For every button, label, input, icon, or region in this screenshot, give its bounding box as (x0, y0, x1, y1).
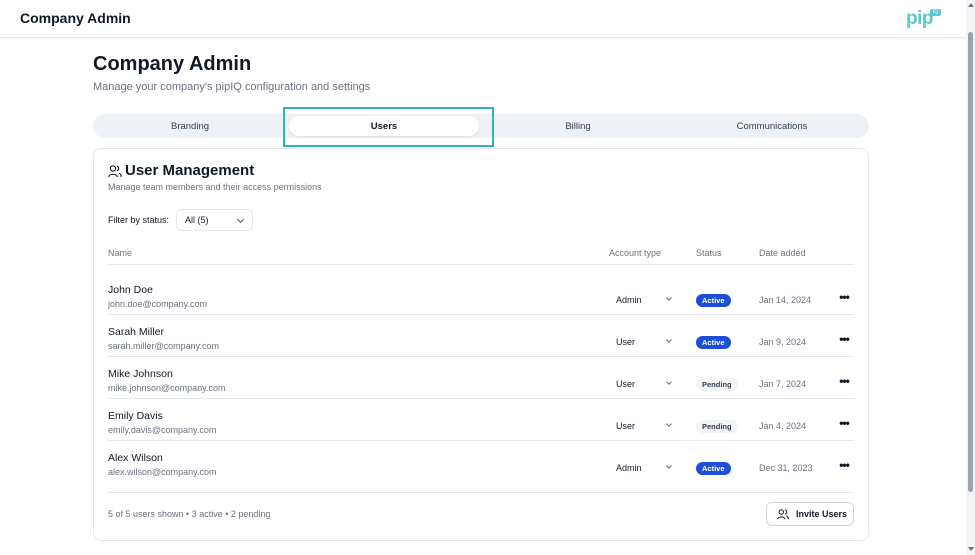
section-title: User Management (125, 162, 255, 179)
account-type-select[interactable]: Admin (610, 292, 674, 308)
account-type-select[interactable]: User (610, 376, 674, 392)
invite-users-label: Invite Users (796, 509, 848, 519)
more-actions-icon[interactable]: ••• (838, 332, 850, 348)
user-name: John Doe (108, 284, 153, 296)
scroll-thumb[interactable] (968, 32, 973, 492)
tab-communications[interactable]: Communications (675, 114, 869, 138)
tab-label: Billing (565, 120, 591, 132)
account-type-value: Admin (616, 463, 642, 473)
account-type-value: User (616, 379, 636, 389)
tab-billing[interactable]: Billing (481, 114, 675, 138)
chevron-down-icon (666, 337, 672, 343)
account-type-select[interactable]: Admin (610, 460, 674, 476)
chevron-down-icon (666, 379, 672, 385)
more-actions-icon[interactable]: ••• (838, 374, 850, 390)
status-badge: Active (696, 294, 731, 307)
user-name: Emily Davis (108, 410, 163, 422)
invite-users-button[interactable]: Invite Users (766, 502, 854, 526)
date-added: Jan 4, 2024 (759, 421, 807, 431)
account-type-value: User (616, 421, 636, 431)
account-type-value: User (616, 337, 636, 347)
more-actions-icon[interactable]: ••• (838, 416, 850, 432)
logo-text: pip (906, 8, 934, 29)
top-bar: Company Admin pip IQ (0, 0, 966, 38)
filter-label: Filter by status: (108, 215, 170, 225)
tab-label: Users (370, 120, 398, 132)
date-added: Jan 7, 2024 (759, 379, 807, 389)
status-badge: Active (696, 336, 731, 349)
account-type-value: Admin (616, 295, 642, 305)
page-title: Company Admin (93, 53, 252, 75)
date-added: Dec 31, 2023 (759, 463, 813, 473)
user-email: john.doe@company.com (108, 299, 208, 309)
user-email: emily.davis@company.com (108, 425, 217, 435)
account-type-select[interactable]: User (610, 418, 674, 434)
chevron-down-icon (666, 295, 672, 301)
user-management-card: User Management Manage team members and … (93, 148, 869, 541)
column-header-date-added[interactable]: Date added (759, 248, 806, 258)
pipiq-logo[interactable]: pip IQ (906, 8, 941, 30)
user-email: alex.wilson@company.com (108, 467, 217, 477)
scroll-up-arrow-icon[interactable] (968, 3, 974, 7)
tab-label: Communications (736, 120, 808, 132)
table-row: Emily Davis emily.davis@company.com User… (108, 399, 854, 441)
account-type-select[interactable]: User (610, 334, 674, 350)
header-divider (108, 264, 854, 265)
table-row: John Doe john.doe@company.com Admin Acti… (108, 273, 854, 315)
footer-divider (108, 492, 854, 493)
user-name: Sarah Miller (108, 326, 165, 338)
user-name: Mike Johnson (108, 368, 173, 380)
users-summary: 5 of 5 users shown • 3 active • 2 pendin… (108, 509, 271, 519)
filter-value: All (5) (185, 215, 209, 225)
invite-users-icon (777, 509, 789, 520)
table-row: Sarah Miller sarah.miller@company.com Us… (108, 315, 854, 357)
scroll-down-arrow-icon[interactable] (968, 547, 974, 551)
status-badge: Active (696, 462, 731, 475)
column-header-name[interactable]: Name (108, 248, 132, 258)
tab-branding[interactable]: Branding (93, 114, 287, 138)
app-title: Company Admin (20, 10, 131, 26)
date-added: Jan 9, 2024 (759, 337, 807, 347)
chevron-down-icon (236, 215, 245, 224)
users-icon (108, 165, 122, 178)
user-email: mike.johnson@company.com (108, 383, 226, 393)
section-description: Manage team members and their access per… (108, 182, 322, 192)
table-row: Mike Johnson mike.johnson@company.com Us… (108, 357, 854, 399)
status-filter-select[interactable]: All (5) (176, 209, 253, 231)
user-name: Alex Wilson (108, 452, 163, 464)
user-email: sarah.miller@company.com (108, 341, 220, 351)
more-actions-icon[interactable]: ••• (838, 290, 850, 306)
logo-badge: IQ (930, 9, 941, 16)
page-subtitle: Manage your company's pipIQ configuratio… (93, 81, 371, 93)
column-header-status[interactable]: Status (696, 248, 722, 258)
more-actions-icon[interactable]: ••• (838, 458, 850, 474)
tab-label: Branding (170, 120, 210, 132)
page-scrollbar[interactable] (966, 0, 975, 555)
admin-tabs: Branding Users Billing Communications (93, 114, 869, 138)
status-badge: Pending (696, 420, 738, 433)
chevron-down-icon (666, 463, 672, 469)
tab-users[interactable]: Users (287, 114, 481, 138)
column-header-account-type[interactable]: Account type (609, 248, 661, 258)
date-added: Jan 14, 2024 (759, 295, 812, 305)
status-badge: Pending (696, 378, 738, 391)
table-row: Alex Wilson alex.wilson@company.com Admi… (108, 441, 854, 483)
chevron-down-icon (666, 421, 672, 427)
